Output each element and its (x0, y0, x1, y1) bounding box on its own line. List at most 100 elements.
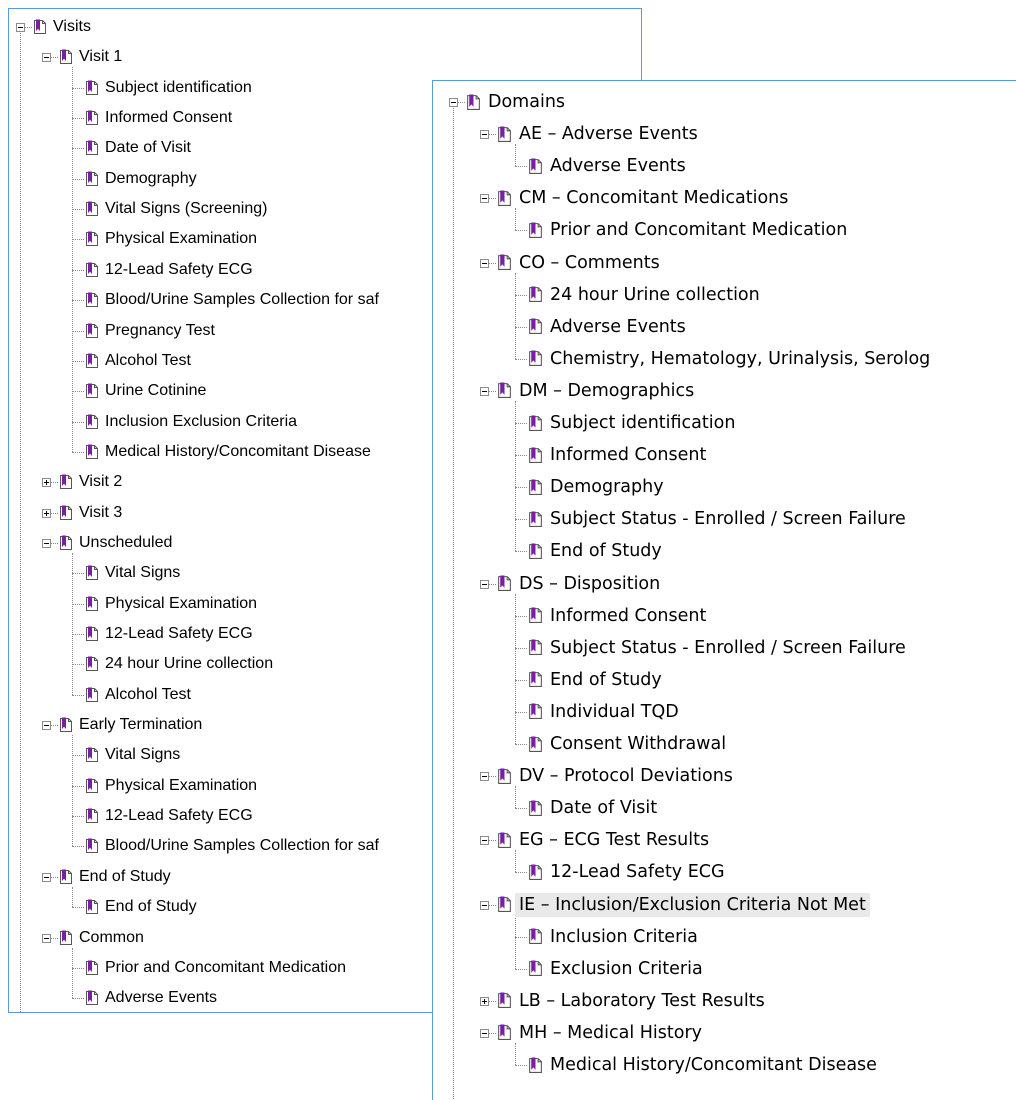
collapse-minus-icon[interactable] (42, 872, 51, 882)
tree-node[interactable]: Visits (9, 15, 641, 39)
tree-branch-line (72, 148, 84, 150)
tree-item-label: LB – Laboratory Test Results (519, 990, 765, 1011)
bookmark-page-icon (496, 382, 513, 404)
tree-node[interactable]: DS – Disposition (433, 572, 1016, 596)
collapse-minus-icon[interactable] (480, 258, 489, 268)
bookmark-page-icon (84, 778, 100, 799)
tree-leaf-item[interactable]: End of Study (433, 668, 1016, 692)
tree-item-label: Inclusion Criteria (550, 926, 698, 947)
collapse-minus-icon[interactable] (480, 772, 489, 782)
tree-branch-line (72, 785, 84, 787)
tree-item-label: CM – Concomitant Medications (519, 188, 789, 209)
tree-branch-line (51, 876, 58, 878)
tree-branch-line (72, 816, 84, 818)
tree-leaf-item[interactable]: Individual TQD (433, 700, 1016, 724)
tree-node[interactable]: AE – Adverse Events (433, 122, 1016, 146)
tree-node[interactable]: Visit 1 (9, 45, 641, 69)
collapse-minus-icon[interactable] (480, 194, 489, 204)
tree-node[interactable]: LB – Laboratory Test Results (433, 989, 1016, 1013)
tree-leaf-item[interactable]: Inclusion Criteria (433, 925, 1016, 949)
collapse-minus-icon[interactable] (42, 721, 51, 731)
bookmark-page-icon (58, 49, 74, 70)
tree-node[interactable]: EG – ECG Test Results (433, 828, 1016, 852)
tree-node[interactable]: IE – Inclusion/Exclusion Criteria Not Me… (433, 892, 1016, 918)
tree-leaf-item[interactable]: Prior and Concomitant Medication (433, 218, 1016, 242)
tree-branch-line (489, 390, 496, 392)
tree-branch-line (489, 583, 496, 585)
expand-plus-icon[interactable] (42, 508, 51, 518)
tree-item-label: Visit 1 (79, 48, 123, 66)
tree-branch-line (72, 239, 84, 241)
tree-branch-line (515, 615, 527, 617)
tree-item-label: CO – Comments (519, 252, 660, 273)
tree-node[interactable]: DM – Demographics (433, 379, 1016, 403)
tree-branch-line (515, 744, 527, 745)
collapse-minus-icon[interactable] (480, 900, 489, 910)
bookmark-page-icon (527, 960, 544, 982)
tree-node[interactable]: CM – Concomitant Medications (433, 186, 1016, 210)
tree-leaf-item[interactable]: Informed Consent (433, 604, 1016, 628)
tree-leaf-item[interactable]: Medical History/Concomitant Disease (433, 1053, 1016, 1077)
tree-branch-line (515, 423, 527, 424)
bookmark-page-icon (527, 543, 544, 565)
tree-branch-line (515, 455, 527, 457)
bookmark-page-icon (58, 717, 74, 738)
tree-leaf-item[interactable]: Date of Visit (433, 796, 1016, 820)
tree-item-label: MH – Medical History (519, 1022, 702, 1043)
bookmark-page-icon (496, 896, 513, 918)
bookmark-page-icon (84, 960, 100, 981)
tree-node[interactable]: MH – Medical History (433, 1021, 1016, 1045)
tree-item-label: Visits (53, 18, 91, 35)
collapse-minus-icon[interactable] (16, 23, 25, 32)
tree-item-label: Vital Signs (Screening) (105, 200, 268, 218)
bookmark-page-icon (496, 1024, 513, 1046)
bookmark-page-icon (527, 800, 544, 822)
tree-leaf-item[interactable]: 12-Lead Safety ECG (433, 860, 1016, 884)
tree-item-label: Subject identification (105, 78, 252, 96)
collapse-minus-icon[interactable] (480, 1028, 489, 1038)
tree-branch-line (515, 294, 527, 296)
tree-leaf-item[interactable]: End of Study (433, 539, 1016, 563)
tree-node[interactable]: DV – Protocol Deviations (433, 764, 1016, 788)
collapse-minus-icon[interactable] (480, 579, 489, 589)
collapse-minus-icon[interactable] (480, 130, 489, 140)
bookmark-page-icon (84, 838, 100, 859)
bookmark-page-icon (32, 19, 48, 40)
tree-leaf-item[interactable]: Chemistry, Hematology, Urinalysis, Serol… (433, 347, 1016, 371)
tree-branch-line (515, 551, 527, 553)
collapse-minus-icon[interactable] (42, 53, 51, 63)
bookmark-page-icon (58, 535, 74, 556)
tree-branch-line (51, 725, 58, 727)
expand-plus-icon[interactable] (42, 478, 51, 488)
tree-branch-line (72, 118, 84, 120)
tree-leaf-item[interactable]: Demography (433, 475, 1016, 499)
tree-branch-line (515, 872, 527, 874)
tree-leaf-item[interactable]: Adverse Events (433, 154, 1016, 178)
bookmark-page-icon (84, 808, 100, 829)
tree-leaf-item[interactable]: Subject Status - Enrolled / Screen Failu… (433, 507, 1016, 531)
tree-leaf-item[interactable]: Subject identification (433, 411, 1016, 435)
expand-plus-icon[interactable] (480, 996, 489, 1006)
collapse-minus-icon[interactable] (449, 98, 458, 107)
tree-item-label: Domains (488, 92, 566, 112)
tree-node[interactable]: CO – Comments (433, 251, 1016, 275)
collapse-minus-icon[interactable] (480, 836, 489, 846)
tree-branch-line (515, 358, 527, 360)
tree-item-label: Individual TQD (550, 701, 679, 722)
tree-item-label: DS – Disposition (519, 573, 661, 594)
collapse-minus-icon[interactable] (42, 933, 51, 943)
tree-leaf-item[interactable]: Consent Withdrawal (433, 732, 1016, 756)
collapse-minus-icon[interactable] (42, 538, 51, 548)
tree-leaf-item[interactable]: Exclusion Criteria (433, 957, 1016, 981)
bookmark-page-icon (527, 864, 544, 886)
tree-node[interactable]: Domains (433, 90, 1016, 114)
bookmark-page-icon (58, 505, 74, 526)
tree-leaf-item[interactable]: 24 hour Urine collection (433, 283, 1016, 307)
tree-leaf-item[interactable]: Adverse Events (433, 315, 1016, 339)
bookmark-page-icon (84, 323, 100, 344)
tree-branch-line (51, 542, 58, 544)
tree-leaf-item[interactable]: Subject Status - Enrolled / Screen Failu… (433, 636, 1016, 660)
collapse-minus-icon[interactable] (480, 386, 489, 396)
tree-item-label: Demography (105, 169, 197, 187)
tree-leaf-item[interactable]: Informed Consent (433, 443, 1016, 467)
